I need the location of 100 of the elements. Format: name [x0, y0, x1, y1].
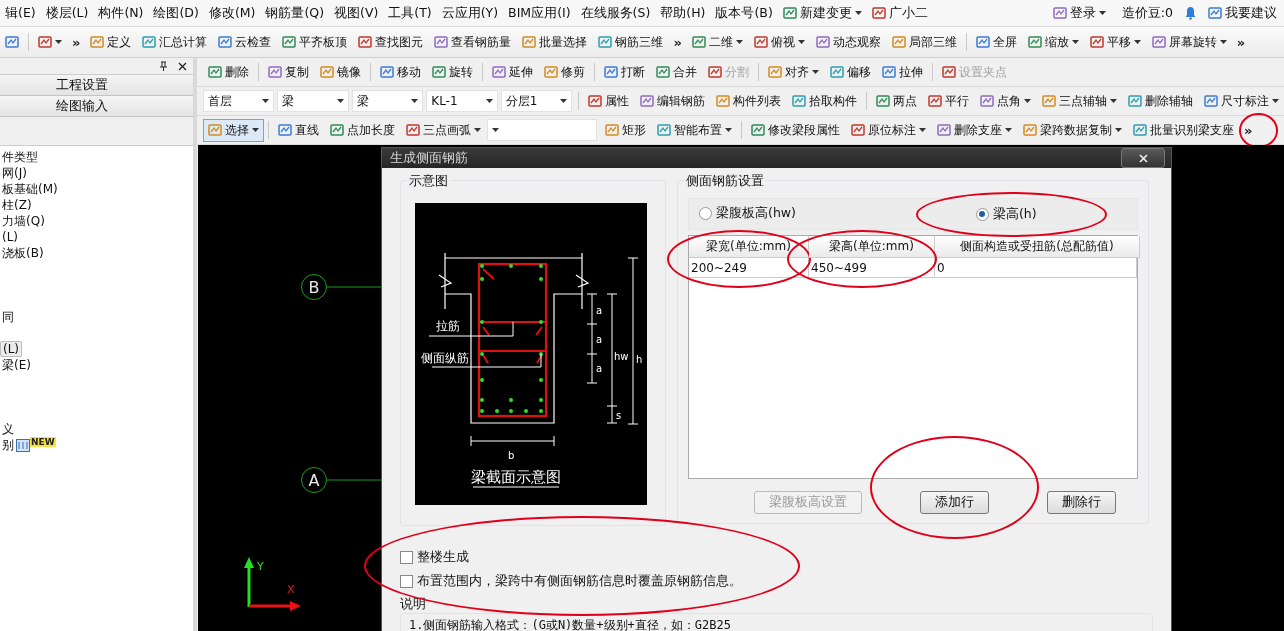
toolbar-button[interactable]: 选择	[203, 118, 264, 142]
overflow-button[interactable]: »	[669, 34, 686, 50]
toolbar-button[interactable]: 点角	[975, 89, 1036, 113]
menu-item[interactable]: 绘图(D)	[148, 4, 204, 22]
toolbar-button[interactable]: 二维	[686, 30, 748, 54]
tree-item[interactable]: 网(J)	[0, 164, 29, 182]
toolbar-button[interactable]: 平齐板顶	[277, 30, 353, 54]
panel-tab[interactable]: 工程设置	[0, 75, 193, 96]
toolbar-button[interactable]: 矩形	[600, 118, 651, 142]
toolbar-button[interactable]: 查看钢筋量	[429, 30, 517, 54]
toolbar-button[interactable]: 查找图元	[353, 30, 429, 54]
toolbar-button[interactable]: 镜像	[315, 60, 366, 84]
menu-item[interactable]: 工具(T)	[383, 4, 437, 22]
overflow-button[interactable]: »	[1232, 34, 1250, 50]
tree-item[interactable]: 柱(Z)	[0, 196, 34, 214]
menu-item[interactable]: 在线服务(S)	[575, 4, 656, 22]
toolbar-button[interactable]: 直线	[273, 118, 324, 142]
toolbar-button[interactable]: 拉伸	[877, 60, 928, 84]
dropdown-field[interactable]: 梁	[277, 90, 349, 112]
toolbar-button[interactable]: 云检查	[213, 30, 277, 54]
toolbar-button[interactable]: 删除辅轴	[1123, 89, 1198, 113]
toolbar-button[interactable]: 修改梁段属性	[746, 118, 845, 142]
toolbar-button[interactable]: 钢筋三维	[593, 30, 669, 54]
toolbar-button[interactable]: 删除支座	[932, 118, 1017, 142]
tree-item[interactable]: 同	[0, 308, 16, 326]
toolbar-button[interactable]: 移动	[375, 60, 426, 84]
toolbar-button[interactable]: 合并	[651, 60, 702, 84]
menu-button[interactable]: 广小二	[866, 4, 933, 22]
toolbar-button[interactable]: 三点辅轴	[1037, 89, 1122, 113]
toolbar-button[interactable]: 延伸	[487, 60, 538, 84]
dropdown-field[interactable]: KL-1	[426, 90, 498, 112]
table-cell[interactable]: 0	[935, 258, 1137, 278]
menu-item[interactable]: BIM应用(I)	[503, 4, 576, 22]
tree-item[interactable]: (L)	[0, 341, 23, 357]
close-icon[interactable]	[178, 61, 187, 71]
toolbar-button[interactable]: 尺寸标注	[1199, 89, 1284, 113]
toolbar-button[interactable]: 局部三维	[886, 30, 962, 54]
tree-item[interactable]: 义	[0, 420, 16, 438]
toolbar-button[interactable]: 梁跨数据复制	[1018, 118, 1127, 142]
toolbar-button[interactable]: 批量识别梁支座	[1128, 118, 1239, 142]
toolbar-button[interactable]: 原位标注	[846, 118, 931, 142]
toolbar-button[interactable]: 全屏	[970, 30, 1022, 54]
toolbar-button[interactable]: 修剪	[539, 60, 590, 84]
panel-tab[interactable]: 绘图输入	[0, 96, 193, 117]
tree-item[interactable]: 别	[0, 436, 16, 454]
toolbar-button[interactable]: 删除	[203, 60, 254, 84]
dropdown-field[interactable]	[487, 119, 597, 141]
toolbar-button[interactable]: 动态观察	[810, 30, 886, 54]
toolbar-button[interactable]: 构件列表	[711, 89, 787, 113]
toolbar-button[interactable]: 编辑钢筋	[635, 89, 711, 113]
toolbar-button[interactable]: 两点	[871, 89, 922, 113]
tree-item[interactable]: 板基础(M)	[0, 180, 60, 198]
toolbar-button[interactable]: 屏幕旋转	[1146, 30, 1232, 54]
menu-button[interactable]: 新建变更	[777, 4, 867, 22]
menu-item[interactable]: 帮助(H)	[655, 4, 711, 22]
tree-item[interactable]: 件类型	[0, 148, 40, 166]
toolbar-button[interactable]: 缩放	[1022, 30, 1084, 54]
tree-item[interactable]: (L)	[0, 230, 21, 244]
toolbar-button[interactable]: 定义	[85, 30, 137, 54]
dropdown-field[interactable]: 梁	[351, 90, 424, 112]
toolbar-button[interactable]: 平行	[923, 89, 974, 113]
toolbar-button[interactable]: 复制	[263, 60, 314, 84]
tree-item[interactable]: 力墙(Q)	[0, 212, 47, 230]
close-button[interactable]	[1121, 148, 1165, 168]
bell-icon[interactable]	[1184, 6, 1197, 20]
toolbar-button[interactable]: 批量选择	[517, 30, 593, 54]
menu-item[interactable]: 钢筋量(Q)	[260, 4, 329, 22]
toolbar-button[interactable]: 平移	[1084, 30, 1146, 54]
menu-item[interactable]: 版本号(B)	[710, 4, 778, 22]
pin-icon[interactable]	[159, 61, 168, 71]
dropdown-field[interactable]: 首层	[203, 90, 275, 112]
tree-item[interactable]: 梁(E)	[0, 356, 33, 374]
menu-item[interactable]: 辑(E)	[0, 4, 41, 22]
overflow-button[interactable]: »	[1240, 122, 1257, 138]
menu-item[interactable]: 视图(V)	[329, 4, 384, 22]
tree-item[interactable]: 浇板(B)	[0, 244, 46, 262]
checkbox-option[interactable]: 整楼生成	[400, 549, 742, 566]
dropdown-field[interactable]: 分层1	[500, 90, 573, 112]
menu-item[interactable]: 修改(M)	[203, 4, 261, 22]
toolbar-button[interactable]: 三点画弧	[401, 118, 486, 142]
toolbar-button[interactable]: 对齐	[763, 60, 824, 84]
toolbar-button[interactable]: 智能布置	[652, 118, 737, 142]
menu-item[interactable]: 云应用(Y)	[436, 4, 504, 22]
checkbox-option[interactable]: 布置范围内，梁跨中有侧面钢筋信息时覆盖原钢筋信息。	[400, 573, 742, 590]
menu-item[interactable]: 楼层(L)	[40, 4, 94, 22]
menu-button[interactable]: 我要建议	[1203, 4, 1282, 22]
toolbar-button[interactable]: 点加长度	[325, 118, 400, 142]
toolbar-button[interactable]: 打断	[599, 60, 650, 84]
dialog-button[interactable]: 添加行	[920, 491, 989, 514]
radio-option[interactable]: 梁腹板高(hw)	[699, 205, 796, 222]
toolbar-button[interactable]: 俯视	[748, 30, 810, 54]
overflow-button[interactable]: »	[68, 34, 85, 50]
toolbar-button[interactable]: 汇总计算	[137, 30, 213, 54]
toolbar-button[interactable]: 属性	[583, 89, 635, 113]
dialog-button[interactable]: 删除行	[1047, 491, 1116, 514]
toolbar-button[interactable]: 偏移	[825, 60, 876, 84]
toolbar-button[interactable]: 旋转	[427, 60, 478, 84]
radio-option[interactable]: 梁高(h)	[975, 205, 1037, 223]
toolbar-button[interactable]: 拾取构件	[787, 89, 863, 113]
menu-item[interactable]: 构件(N)	[93, 4, 149, 22]
